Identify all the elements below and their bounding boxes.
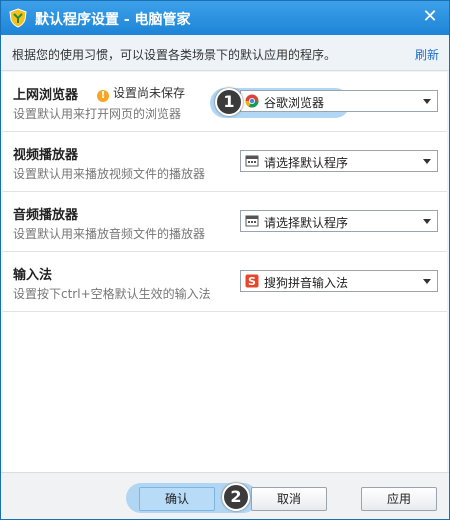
- settings-list: 上网浏览器 ! 设置尚未保存 设置默认用来打开网页的浏览器 谷歌浏览器 1 视频…: [3, 72, 447, 472]
- browser-select[interactable]: 谷歌浏览器: [240, 90, 438, 112]
- chevron-down-icon: [423, 279, 431, 284]
- row-desc: 设置按下ctrl+空格默认生效的输入法: [13, 287, 211, 301]
- select-value: 请选择默认程序: [264, 216, 349, 230]
- title-bar[interactable]: 默认程序设置 - 电脑管家 ✕: [1, 1, 449, 35]
- row-title: 上网浏览器: [13, 88, 79, 103]
- row-desc: 设置默认用来播放视频文件的播放器: [13, 167, 206, 181]
- info-text: 根据您的使用习惯，可以设置各类场景下的默认应用的程序。: [12, 48, 337, 62]
- ime-select[interactable]: S 搜狗拼音输入法: [240, 270, 438, 292]
- svg-text:S: S: [248, 275, 256, 288]
- row-video: 视频播放器 设置默认用来播放视频文件的播放器 请选择默认程序: [3, 132, 447, 192]
- sogou-icon: S: [245, 274, 259, 288]
- shield-logo-icon: [9, 8, 27, 28]
- row-desc: 设置默认用来播放音频文件的播放器: [13, 227, 206, 241]
- window-title: 默认程序设置 - 电脑管家: [35, 12, 191, 28]
- row-ime: 输入法 设置按下ctrl+空格默认生效的输入法 S 搜狗拼音输入法: [3, 252, 447, 312]
- row-audio: 音频播放器 设置默认用来播放音频文件的播放器 请选择默认程序: [3, 192, 447, 252]
- audio-select[interactable]: 请选择默认程序: [240, 210, 438, 232]
- row-browser: 上网浏览器 ! 设置尚未保存 设置默认用来打开网页的浏览器 谷歌浏览器 1: [3, 72, 447, 132]
- row-title: 输入法: [13, 268, 53, 283]
- row-title: 视频播放器: [13, 148, 79, 163]
- refresh-link[interactable]: 刷新: [415, 46, 439, 63]
- video-select[interactable]: 请选择默认程序: [240, 150, 438, 172]
- program-icon: [245, 155, 259, 167]
- chevron-down-icon: [423, 219, 431, 224]
- close-button[interactable]: ✕: [419, 6, 441, 28]
- cancel-button[interactable]: 取消: [251, 487, 327, 511]
- select-value: 谷歌浏览器: [264, 96, 325, 110]
- chevron-down-icon: [423, 159, 431, 164]
- warning-text: 设置尚未保存: [113, 86, 186, 100]
- step-badge: 2: [222, 483, 250, 511]
- select-value: 请选择默认程序: [264, 156, 349, 170]
- program-icon: [245, 215, 259, 227]
- confirm-button[interactable]: 确认: [139, 487, 215, 511]
- row-title: 音频播放器: [13, 208, 79, 223]
- dialog-footer: 确认 2 取消 应用: [1, 472, 449, 519]
- close-icon: ✕: [422, 6, 438, 27]
- chrome-icon: [245, 94, 259, 108]
- step-badge: 1: [215, 88, 243, 116]
- warning-icon: !: [97, 90, 109, 102]
- select-value: 搜狗拼音输入法: [264, 276, 349, 290]
- info-bar: 根据您的使用习惯，可以设置各类场景下的默认应用的程序。 刷新: [1, 35, 449, 71]
- apply-button[interactable]: 应用: [361, 487, 437, 511]
- unsaved-warning: ! 设置尚未保存: [97, 84, 185, 102]
- row-desc: 设置默认用来打开网页的浏览器: [13, 107, 182, 121]
- dialog-window: 默认程序设置 - 电脑管家 ✕ 根据您的使用习惯，可以设置各类场景下的默认应用的…: [0, 0, 450, 520]
- chevron-down-icon: [423, 99, 431, 104]
